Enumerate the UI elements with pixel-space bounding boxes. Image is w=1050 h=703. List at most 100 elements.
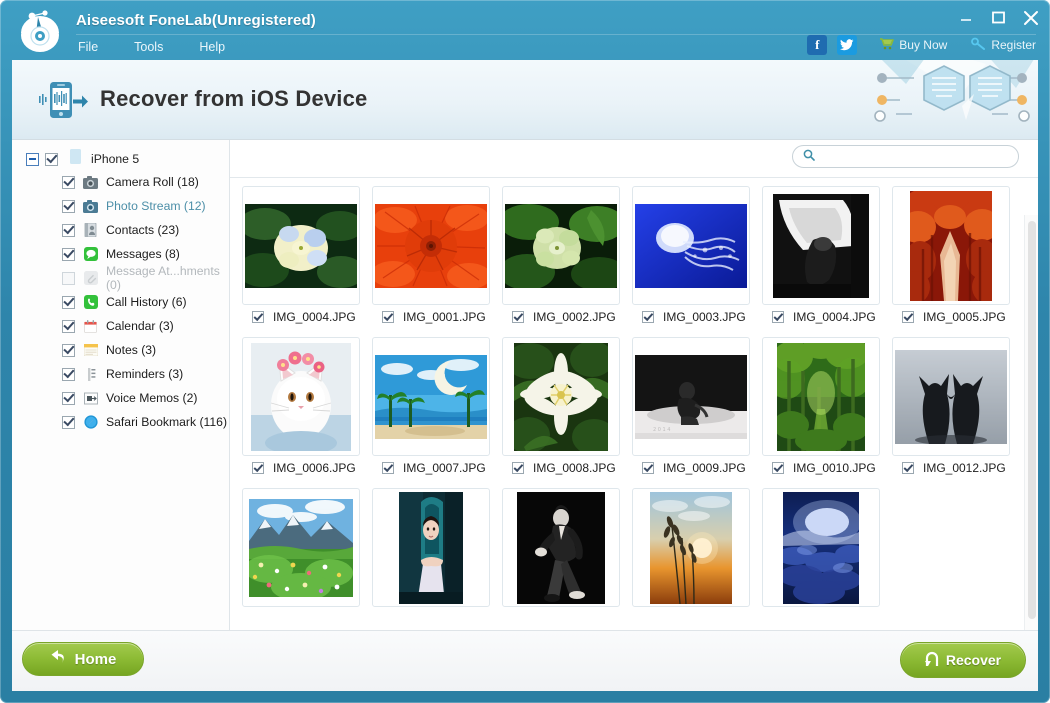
thumbnail-cell[interactable] <box>762 488 892 607</box>
voice-memos-checkbox[interactable] <box>62 392 75 405</box>
home-button[interactable]: Home <box>22 642 144 676</box>
sidebar-item-messages[interactable]: Messages (8) <box>12 242 229 266</box>
red-autumn-path-thumb <box>910 191 992 301</box>
sidebar-root-label: iPhone 5 <box>91 152 139 166</box>
thumbnail-checkbox[interactable] <box>512 311 524 323</box>
thumbnail-checkbox[interactable] <box>642 462 654 474</box>
thumbnail-frame[interactable] <box>892 186 1010 305</box>
thumbnail-cell[interactable] <box>372 488 502 607</box>
hexagon-network-graphic <box>866 60 1038 139</box>
register-button[interactable]: Register <box>971 37 1036 53</box>
calendar-checkbox[interactable] <box>62 320 75 333</box>
thumbnail-checkbox[interactable] <box>902 462 914 474</box>
thumbnail-frame[interactable] <box>502 186 620 305</box>
thumbnail-frame[interactable] <box>892 337 1010 456</box>
sidebar-item-camera-roll[interactable]: Camera Roll (18) <box>12 170 229 194</box>
thumbnail-frame[interactable] <box>502 488 620 607</box>
sidebar-item-message-attachments[interactable]: Message At...hments (0) <box>12 266 229 290</box>
thumbnail-frame[interactable] <box>372 337 490 456</box>
hydrangea-flowers-thumb <box>245 204 357 288</box>
thumbnail-checkbox[interactable] <box>512 462 524 474</box>
thumbnail-frame[interactable] <box>762 337 880 456</box>
two-cats-silhouette-thumb <box>895 350 1007 444</box>
thumbnail-cell[interactable]: 2 0 1 4 IMG_0009.JPG <box>632 337 762 480</box>
call-history-checkbox[interactable] <box>62 296 75 309</box>
thumbnail-cell[interactable]: IMG_0004.JPG <box>762 186 892 329</box>
thumbnail-frame[interactable] <box>242 337 360 456</box>
bw-car-window-thumb <box>773 194 869 298</box>
thumbnail-cell[interactable]: IMG_0005.JPG <box>892 186 1022 329</box>
menu-tools[interactable]: Tools <box>134 38 183 60</box>
message-attachments-checkbox[interactable] <box>62 272 75 285</box>
thumbnail-checkbox[interactable] <box>642 311 654 323</box>
reminders-checkbox[interactable] <box>62 368 75 381</box>
thumbnail-frame[interactable] <box>762 488 880 607</box>
sidebar-item-reminders[interactable]: Reminders (3) <box>12 362 229 386</box>
recover-button[interactable]: Recover <box>900 642 1026 678</box>
thumbnail-frame[interactable] <box>372 488 490 607</box>
page-banner: Recover from iOS Device <box>12 60 1038 139</box>
search-box[interactable] <box>792 145 1019 168</box>
thumbnail-cell[interactable] <box>632 488 762 607</box>
camera-roll-checkbox[interactable] <box>62 176 75 189</box>
photo-stream-checkbox[interactable] <box>62 200 75 213</box>
thumbnail-cell[interactable]: IMG_0004.JPG <box>242 186 372 329</box>
sidebar-item-safari-bookmark[interactable]: Safari Bookmark (116) <box>12 410 229 434</box>
sidebar-label: Photo Stream (12) <box>106 199 206 213</box>
thumbnail-checkbox[interactable] <box>382 311 394 323</box>
minimize-icon[interactable] <box>958 9 974 25</box>
thumbnail-cell[interactable]: IMG_0010.JPG <box>762 337 892 480</box>
safari-bookmark-checkbox[interactable] <box>62 416 75 429</box>
thumbnail-checkbox[interactable] <box>772 462 784 474</box>
thumbnail-frame[interactable] <box>762 186 880 305</box>
svg-text:2 0 1 4: 2 0 1 4 <box>653 427 671 433</box>
menu-file[interactable]: File <box>78 38 118 60</box>
sidebar-item-calendar[interactable]: Calendar (3) <box>12 314 229 338</box>
thumbnail-filename: IMG_0006.JPG <box>273 461 356 475</box>
contacts-checkbox[interactable] <box>62 224 75 237</box>
sidebar-item-iphone5[interactable]: iPhone 5 <box>12 148 229 170</box>
sidebar-item-voice-memos[interactable]: Voice Memos (2) <box>12 386 229 410</box>
thumbnail-frame[interactable] <box>242 488 360 607</box>
search-input[interactable] <box>822 149 1002 165</box>
sidebar-item-call-history[interactable]: Call History (6) <box>12 290 229 314</box>
thumbnail-frame[interactable] <box>242 186 360 305</box>
twitter-icon[interactable] <box>837 35 857 55</box>
root-checkbox[interactable] <box>45 153 58 166</box>
thumbnail-frame[interactable] <box>502 337 620 456</box>
thumbnail-frame[interactable] <box>632 488 750 607</box>
maximize-icon[interactable] <box>990 9 1006 25</box>
thumbnail-checkbox[interactable] <box>252 311 264 323</box>
thumbnail-checkbox[interactable] <box>382 462 394 474</box>
sidebar-item-notes[interactable]: Notes (3) <box>12 338 229 362</box>
thumbnail-frame[interactable] <box>632 186 750 305</box>
thumbnail-cell[interactable]: IMG_0001.JPG <box>372 186 502 329</box>
sidebar-item-contacts[interactable]: Contacts (23) <box>12 218 229 242</box>
thumbnail-caption: IMG_0008.JPG <box>502 456 632 480</box>
thumbnail-cell[interactable]: IMG_0002.JPG <box>502 186 632 329</box>
collapse-icon[interactable] <box>26 153 39 166</box>
menu-help[interactable]: Help <box>199 38 245 60</box>
thumbnail-cell[interactable]: IMG_0008.JPG <box>502 337 632 480</box>
thumbnail-cell[interactable] <box>242 488 372 607</box>
facebook-icon[interactable]: f <box>807 35 827 55</box>
scrollbar-thumb[interactable] <box>1028 221 1036 619</box>
safari-icon <box>83 415 98 430</box>
thumbnail-checkbox[interactable] <box>772 311 784 323</box>
thumbnail-cell[interactable] <box>502 488 632 607</box>
notes-checkbox[interactable] <box>62 344 75 357</box>
thumbnail-cell[interactable]: IMG_0006.JPG <box>242 337 372 480</box>
thumbnail-checkbox[interactable] <box>902 311 914 323</box>
thumbnail-frame[interactable] <box>372 186 490 305</box>
close-icon[interactable] <box>1022 9 1038 25</box>
thumbnail-cell[interactable]: IMG_0007.JPG <box>372 337 502 480</box>
thumbnail-cell[interactable]: IMG_0003.JPG <box>632 186 762 329</box>
recover-arrow-icon <box>925 651 939 670</box>
buy-now-button[interactable]: Buy Now <box>879 37 947 53</box>
thumbnail-frame[interactable]: 2 0 1 4 <box>632 337 750 456</box>
messages-checkbox[interactable] <box>62 248 75 261</box>
thumbnail-cell[interactable]: IMG_0012.JPG <box>892 337 1022 480</box>
thumbnail-checkbox[interactable] <box>252 462 264 474</box>
sidebar-item-photo-stream[interactable]: Photo Stream (12) <box>12 194 229 218</box>
vertical-scrollbar[interactable] <box>1024 215 1038 631</box>
